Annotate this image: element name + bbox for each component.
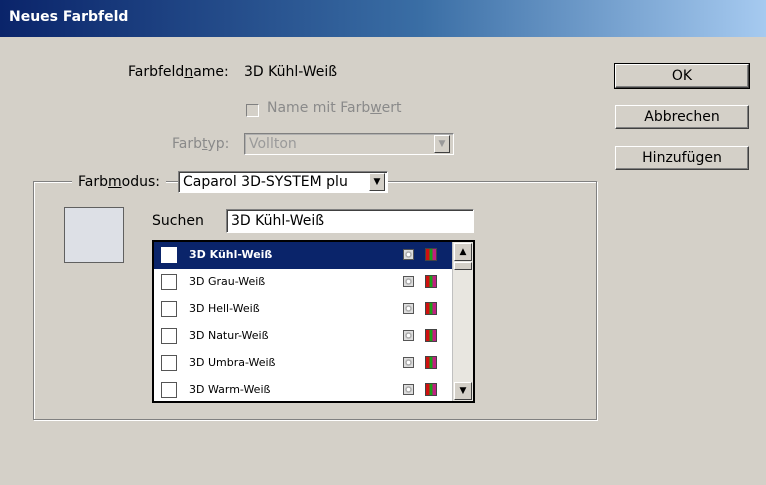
swatch-item-label: 3D Kühl-Weiß [189,248,273,261]
chevron-down-icon[interactable]: ▼ [434,135,450,153]
swatch-item-label: 3D Natur-Weiß [189,329,269,342]
spot-color-icon [403,303,414,314]
scroll-down-arrow-icon[interactable]: ▼ [454,382,472,400]
rgb-mode-icon [425,275,437,288]
color-type-label: Farbtyp: [172,136,230,152]
color-preview-swatch [64,207,124,263]
rgb-mode-icon [425,248,437,261]
list-item[interactable]: 3D Grau-Weiß [154,269,453,296]
search-input-value: 3D Kühl-Weiß [231,213,325,229]
swatch-color-box [161,274,177,290]
swatch-list[interactable]: 3D Kühl-Weiß 3D Grau-Weiß 3D Hell-Weiß 3… [152,240,475,403]
color-mode-label: Farbmodus: [72,174,166,190]
cancel-button[interactable]: Abbrechen [615,105,749,129]
swatch-name-label: Farbfeldname: [128,64,229,80]
list-item[interactable]: 3D Hell-Weiß [154,296,453,323]
swatch-color-box [161,382,177,398]
spot-color-icon [403,276,414,287]
swatch-color-box [161,355,177,371]
swatch-item-label: 3D Hell-Weiß [189,302,260,315]
color-type-value: Vollton [249,136,297,152]
dialog-body: Farbfeldname: 3D Kühl-Weiß Name mit Farb… [0,37,766,485]
swatch-name-value: 3D Kühl-Weiß [244,64,338,80]
add-button[interactable]: Hinzufügen [615,146,749,170]
window-title: Neues Farbfeld [9,9,129,25]
vertical-scrollbar[interactable]: ▲ ▼ [452,242,473,401]
chevron-down-icon[interactable]: ▼ [369,173,385,191]
swatch-item-label: 3D Grau-Weiß [189,275,266,288]
rgb-mode-icon [425,329,437,342]
swatch-color-box [161,328,177,344]
spot-color-icon [403,249,414,260]
color-mode-value: Caparol 3D-SYSTEM plu [183,174,348,190]
color-mode-select[interactable]: Caparol 3D-SYSTEM plu [178,171,388,193]
rgb-mode-icon [425,356,437,369]
swatch-item-label: 3D Umbra-Weiß [189,356,276,369]
list-item[interactable]: 3D Natur-Weiß [154,323,453,350]
spot-color-icon [403,357,414,368]
name-with-value-label: Name mit Farbwert [267,100,402,116]
swatch-color-box [161,301,177,317]
color-type-select[interactable]: Vollton [244,133,454,155]
search-label: Suchen [152,213,204,229]
rgb-mode-icon [425,302,437,315]
list-item[interactable]: 3D Warm-Weiß [154,377,453,401]
spot-color-icon [403,330,414,341]
spot-color-icon [403,384,414,395]
title-bar[interactable]: Neues Farbfeld [0,0,766,37]
scrollbar-thumb[interactable] [454,262,472,270]
name-with-value-checkbox[interactable] [246,104,259,117]
rgb-mode-icon [425,383,437,396]
ok-button[interactable]: OK [614,63,750,89]
swatch-color-box [161,247,177,263]
list-item[interactable]: 3D Kühl-Weiß [154,242,453,269]
list-item[interactable]: 3D Umbra-Weiß [154,350,453,377]
scroll-up-arrow-icon[interactable]: ▲ [454,243,472,261]
search-input[interactable]: 3D Kühl-Weiß [226,209,474,233]
swatch-item-label: 3D Warm-Weiß [189,383,271,396]
